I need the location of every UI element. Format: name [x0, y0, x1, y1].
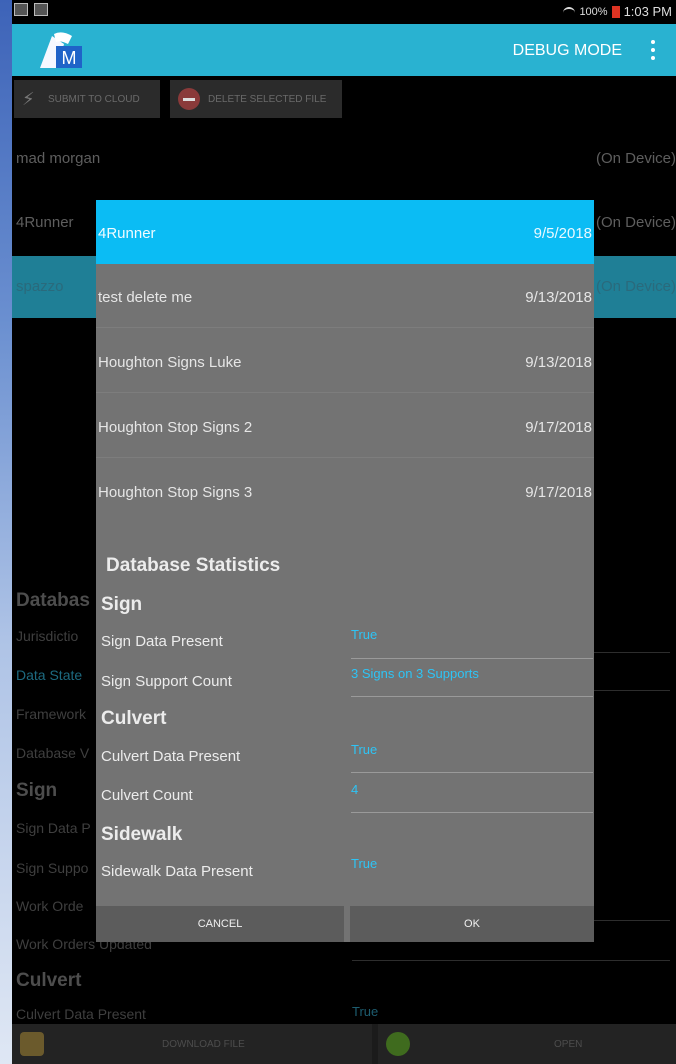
app-logo-icon: M: [40, 32, 82, 68]
download-file-button[interactable]: DOWNLOAD FILE: [12, 1024, 372, 1064]
divider: [351, 812, 593, 813]
dialog-file-date: 9/13/2018: [525, 289, 592, 306]
divider: [352, 960, 670, 961]
open-button[interactable]: OPEN: [378, 1024, 676, 1064]
logo-letter: M: [62, 48, 77, 68]
bg-stats-heading: Databas: [16, 590, 90, 611]
screenshot-notification-icon: [34, 3, 48, 16]
culvert-data-present-value: True: [351, 742, 378, 757]
bg-sign-data-label: Sign Data P: [16, 820, 91, 836]
dialog-file-item[interactable]: test delete me 9/13/2018: [96, 264, 594, 328]
sign-data-present-value: True: [351, 627, 378, 642]
battery-percent: 100%: [579, 5, 608, 18]
dialog-file-name: Houghton Stop Signs 2: [98, 419, 253, 436]
status-indicators: 100% 1:03 PM: [563, 4, 672, 19]
status-bar: 100% 1:03 PM: [12, 0, 676, 24]
dialog-file-item[interactable]: Houghton Stop Signs 2 9/17/2018: [96, 394, 594, 458]
scroll-hint: [536, 744, 566, 748]
bg-culvert-data-label: Culvert Data Present: [16, 1006, 146, 1022]
download-file-label: DOWNLOAD FILE: [162, 1038, 245, 1050]
bg-database-version-label: Database V: [16, 745, 90, 761]
divider: [351, 696, 593, 697]
overflow-menu-icon[interactable]: [648, 40, 658, 60]
dialog-file-name: test delete me: [98, 289, 193, 306]
dialog-file-date: 9/5/2018: [533, 225, 592, 242]
sidewalk-heading: Sidewalk: [101, 824, 183, 845]
wifi-icon: [563, 6, 576, 17]
battery-icon: [611, 5, 620, 18]
sign-support-count-value: 3 Signs on 3 Supports: [351, 666, 479, 681]
ok-button[interactable]: OK: [350, 906, 594, 942]
bg-framework-label: Framework: [16, 706, 87, 722]
file-list-row[interactable]: mad morgan (On Device): [12, 128, 676, 190]
bg-culvert-heading: Culvert: [16, 970, 82, 991]
dialog-file-item[interactable]: Houghton Stop Signs 3 9/17/2018: [96, 459, 594, 523]
file-name: 4Runner: [16, 214, 74, 231]
sign-data-present-label: Sign Data Present: [101, 633, 223, 650]
divider: [351, 772, 593, 773]
culvert-data-present-label: Culvert Data Present: [101, 748, 241, 765]
open-label: OPEN: [554, 1038, 583, 1050]
culvert-heading: Culvert: [101, 708, 167, 729]
bg-sign-heading: Sign: [16, 780, 58, 801]
notification-icons: [14, 3, 48, 16]
file-name: mad morgan: [16, 150, 101, 167]
dialog-file-name: 4Runner: [98, 225, 156, 242]
cancel-button[interactable]: CANCEL: [96, 906, 344, 942]
delete-selected-file-button[interactable]: DELETE SELECTED FILE: [170, 80, 342, 118]
dialog-file-item-selected[interactable]: 4Runner 9/5/2018: [96, 200, 594, 264]
dialog-file-date: 9/17/2018: [525, 484, 592, 501]
divider: [351, 658, 593, 659]
database-statistics-title: Database Statistics: [106, 555, 281, 576]
app-toolbar: M DEBUG MODE: [12, 24, 676, 76]
bg-data-state-label[interactable]: Data State: [16, 667, 82, 683]
bottom-action-bar: DOWNLOAD FILE OPEN: [12, 1024, 676, 1064]
bg-sign-support-label: Sign Suppo: [16, 860, 89, 876]
bg-work-orders-label: Work Orde: [16, 898, 84, 914]
bg-jurisdiction-label: Jurisdictio: [16, 628, 79, 644]
file-status: (On Device): [595, 214, 676, 231]
culvert-count-value: 4: [351, 782, 359, 797]
file-picker-dialog: 4Runner 9/5/2018 test delete me 9/13/201…: [96, 200, 594, 942]
culvert-count-label: Culvert Count: [101, 787, 193, 804]
check-icon: [386, 1032, 410, 1056]
gallery-notification-icon: [14, 3, 28, 16]
file-status: (On Device): [595, 150, 676, 167]
sidewalk-data-present-label: Sidewalk Data Present: [101, 863, 253, 880]
tablet-screen: 100% 1:03 PM M DEBUG MODE ⚡ SUBMIT TO CL…: [12, 0, 676, 1064]
dialog-file-item[interactable]: Houghton Signs Luke 9/13/2018: [96, 329, 594, 393]
file-status: (On Device): [595, 278, 676, 295]
submit-to-cloud-label: SUBMIT TO CLOUD: [48, 93, 140, 105]
delete-selected-file-label: DELETE SELECTED FILE: [208, 93, 327, 105]
lightning-icon: ⚡: [22, 89, 35, 109]
sidewalk-data-present-value: True: [351, 856, 378, 871]
bg-culvert-data-value: True: [352, 1004, 379, 1019]
sign-heading: Sign: [101, 594, 143, 615]
sign-support-count-label: Sign Support Count: [101, 673, 232, 690]
debug-mode-button[interactable]: DEBUG MODE: [513, 42, 622, 60]
clock: 1:03 PM: [623, 4, 672, 19]
dialog-file-date: 9/13/2018: [525, 354, 592, 371]
submit-to-cloud-button[interactable]: ⚡ SUBMIT TO CLOUD: [14, 80, 160, 118]
dialog-file-date: 9/17/2018: [525, 419, 592, 436]
file-name: spazzo: [16, 278, 64, 295]
dialog-file-name: Houghton Stop Signs 3: [98, 484, 253, 501]
desktop-background-strip: [0, 0, 12, 1064]
download-map-icon: [20, 1032, 44, 1056]
delete-icon: [178, 88, 200, 110]
dialog-file-name: Houghton Signs Luke: [98, 354, 242, 371]
